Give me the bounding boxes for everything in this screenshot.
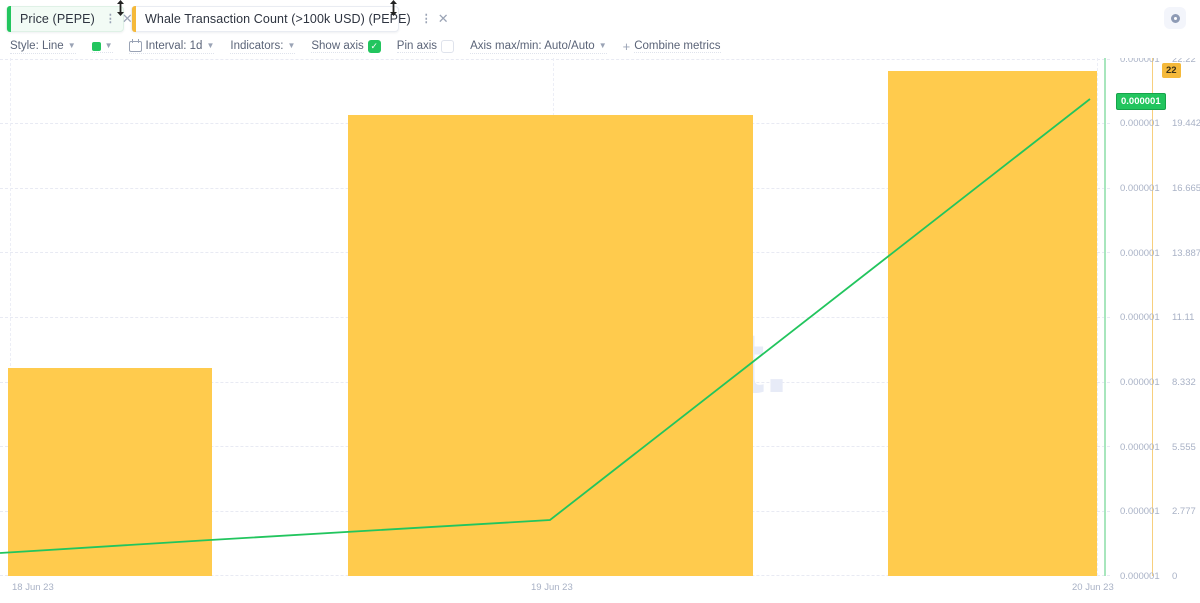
interval-selector[interactable]: Interval: 1d ▼ (128, 38, 215, 54)
pin-axis-label: Pin axis (396, 40, 438, 53)
color-swatch-icon (91, 41, 101, 51)
chevron-down-icon: ▼ (104, 40, 113, 50)
price-tick-label: 0.000001 (1120, 312, 1160, 323)
pin-axis-checkbox[interactable] (441, 40, 455, 53)
tab-label-whale: Whale Transaction Count (>100k USD) (PEP… (145, 12, 411, 26)
x-tick-label: 18 Jun 23 (12, 582, 54, 593)
x-tick-label: 20 Jun 23 (1072, 582, 1114, 593)
pin-axis-toggle[interactable]: Pin axis (396, 40, 455, 54)
drag-handle-icon[interactable] (115, 0, 126, 16)
x-tick-label: 19 Jun 23 (531, 582, 573, 593)
tab-whale-transaction-count[interactable]: Whale Transaction Count (>100k USD) (PEP… (131, 6, 449, 32)
combine-metrics-button[interactable]: + Combine metrics (623, 39, 721, 55)
whale-tick-label: 2.777 (1172, 506, 1196, 517)
whale-tick-label: 19.442 (1172, 118, 1200, 129)
x-axis: 18 Jun 23 19 Jun 23 20 Jun 23 (0, 576, 1200, 603)
chevron-down-icon: ▼ (206, 40, 215, 50)
chevron-down-icon: ▼ (287, 40, 296, 50)
price-tick-label: 0.000001 (1120, 506, 1160, 517)
plus-icon: + (622, 39, 631, 54)
whale-tick-label: 8.332 (1172, 377, 1196, 388)
drag-handle-icon[interactable] (388, 0, 399, 16)
whale-tick-label: 11.11 (1172, 312, 1195, 323)
whale-current-value-badge: 22 (1162, 63, 1181, 78)
kebab-menu-icon[interactable]: ⋮ (421, 13, 432, 24)
chevron-down-icon: ▼ (67, 40, 76, 50)
show-axis-toggle[interactable]: Show axis ✓ (311, 40, 381, 54)
style-label: Style: Line (10, 40, 64, 52)
tab-label-price: Price (PEPE) (20, 12, 95, 26)
style-selector[interactable]: Style: Line ▼ (10, 40, 76, 54)
tab-accent-bar-whale (132, 6, 136, 32)
combine-metrics-label: Combine metrics (634, 40, 721, 53)
interval-label: Interval: 1d (145, 40, 203, 52)
chart-area[interactable]: t. 0.000001 22.22 0.000001 19.442 0.0000… (0, 58, 1200, 603)
show-axis-label: Show axis (311, 40, 364, 53)
calendar-icon (128, 38, 142, 52)
price-axis-line (1104, 58, 1106, 576)
price-tick-label: 0.000001 (1120, 248, 1160, 259)
price-current-value-badge: 0.000001 (1116, 93, 1166, 110)
price-line-series (0, 98, 1091, 554)
color-selector[interactable]: ▼ (91, 40, 113, 53)
tab-bar: Price (PEPE) ⋮ ✕ Whale Transaction Count… (0, 0, 1200, 36)
price-tick-label: 0.000001 (1120, 442, 1160, 453)
price-tick-label: 0.000001 (1120, 118, 1160, 129)
indicators-selector[interactable]: Indicators: ▼ (230, 40, 296, 54)
chevron-down-icon: ▼ (598, 40, 607, 50)
tab-price-pepe[interactable]: Price (PEPE) ⋮ ✕ (6, 6, 133, 32)
axis-minmax-selector[interactable]: Axis max/min: Auto/Auto ▼ (470, 40, 607, 54)
whale-tick-label: 5.555 (1172, 442, 1196, 453)
chart-toolbar: Style: Line ▼ ▼ Interval: 1d ▼ Indicator… (0, 38, 1200, 56)
close-icon[interactable]: ✕ (438, 11, 449, 27)
price-tick-label: 0.000001 (1120, 58, 1160, 65)
right-axis-labels: 0.000001 22.22 0.000001 19.442 0.000001 … (1110, 58, 1200, 603)
settings-button[interactable] (1164, 7, 1186, 29)
price-tick-label: 0.000001 (1120, 377, 1160, 388)
axis-minmax-label: Axis max/min: Auto/Auto (470, 40, 595, 52)
show-axis-checkbox[interactable]: ✓ (367, 40, 381, 53)
plot-region[interactable]: t. (0, 58, 1110, 576)
whale-tick-label: 13.887 (1172, 248, 1200, 259)
whale-tick-label: 16.665 (1172, 183, 1200, 194)
indicators-label: Indicators: (230, 40, 284, 52)
record-circle-icon (1170, 13, 1180, 23)
tab-accent-bar-price (7, 6, 11, 32)
price-tick-label: 0.000001 (1120, 183, 1160, 194)
